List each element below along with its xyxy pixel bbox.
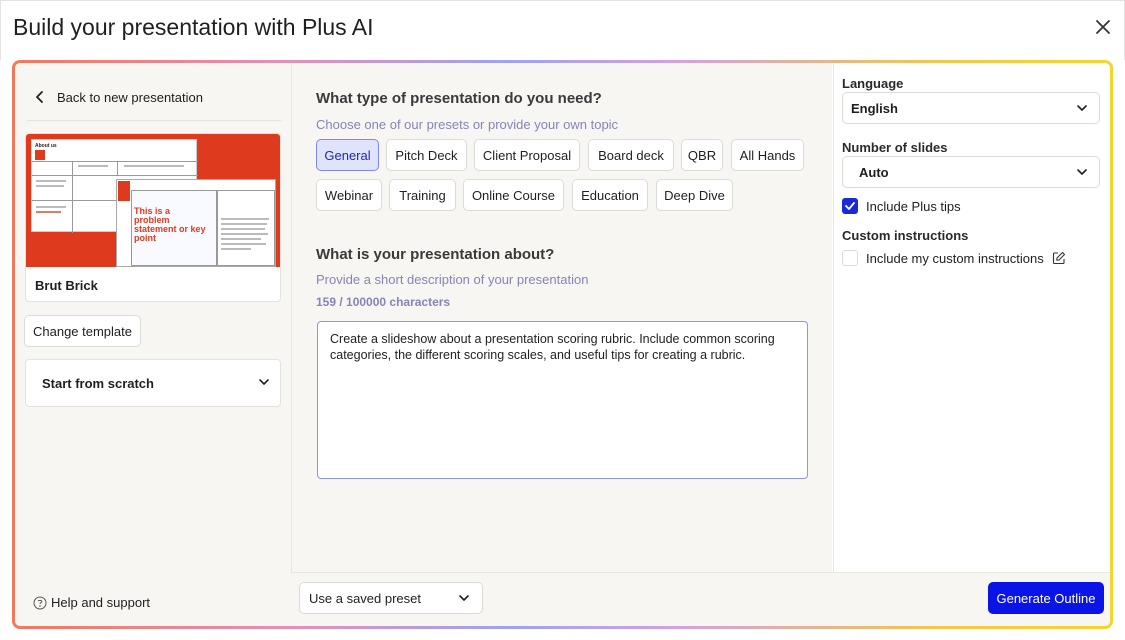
thumbnail-headline-4: point — [134, 233, 156, 243]
settings-panel: Language English Number of slides Auto I… — [833, 63, 1110, 572]
preset-chip-all-hands[interactable]: All Hands — [731, 139, 804, 171]
include-plus-tips-checkbox[interactable]: Include Plus tips — [842, 198, 961, 214]
chevron-down-icon — [1077, 169, 1087, 175]
chip-label: Webinar — [324, 187, 374, 203]
character-count: 159 / 100000 characters — [316, 295, 451, 309]
preset-chip-general[interactable]: General — [316, 139, 379, 171]
preset-chip-qbr[interactable]: QBR — [681, 139, 723, 171]
gradient-frame: Back to new presentation About us This i… — [12, 60, 1113, 629]
dialog-header: Build your presentation with Plus AI — [0, 0, 1125, 60]
template-thumbnail: About us This is a problem statement or … — [26, 134, 280, 267]
chip-label: Training — [399, 187, 446, 203]
chip-label: Pitch Deck — [395, 147, 458, 163]
preset-chip-deep-dive[interactable]: Deep Dive — [656, 179, 733, 211]
preset-chip-online-course[interactable]: Online Course — [463, 179, 564, 211]
start-from-scratch-dropdown[interactable]: Start from scratch — [25, 359, 281, 407]
language-value: English — [851, 101, 898, 116]
chip-label: All Hands — [739, 147, 796, 163]
template-name: Brut Brick — [35, 278, 98, 293]
chip-label: Deep Dive — [664, 187, 725, 203]
main-panel: What type of presentation do you need? C… — [291, 63, 832, 626]
checkbox-checked-icon[interactable] — [842, 198, 858, 214]
close-button[interactable] — [1094, 18, 1112, 36]
back-to-new-presentation-link[interactable]: Back to new presentation — [27, 83, 203, 111]
template-card[interactable]: About us This is a problem statement or … — [25, 133, 281, 302]
thumbnail-about-text: About us — [35, 143, 57, 149]
include-custom-instructions-checkbox[interactable]: Include my custom instructions — [842, 250, 1066, 266]
preset-chip-client-proposal[interactable]: Client Proposal — [474, 139, 580, 171]
checkbox-unchecked-icon[interactable] — [842, 250, 858, 266]
chip-label: Board deck — [598, 147, 664, 163]
slides-count-select[interactable]: Auto — [842, 156, 1100, 188]
slides-count-value: Auto — [859, 165, 889, 180]
chip-label: Client Proposal — [482, 147, 572, 163]
saved-preset-dropdown[interactable]: Use a saved preset — [299, 582, 483, 614]
preset-chip-webinar[interactable]: Webinar — [316, 179, 382, 211]
help-label: Help and support — [51, 595, 151, 610]
change-template-button[interactable]: Change template — [24, 315, 141, 347]
description-textarea[interactable]: Create a slideshow about a presentation … — [317, 321, 808, 479]
chip-label: QBR — [687, 147, 717, 163]
close-icon[interactable] — [1094, 18, 1112, 36]
language-label: Language — [842, 76, 904, 91]
saved-preset-label: Use a saved preset — [309, 591, 422, 606]
preset-chip-education[interactable]: Education — [572, 179, 648, 211]
chevron-down-icon — [259, 379, 269, 385]
help-icon — [33, 596, 47, 609]
include-plus-tips-label: Include Plus tips — [866, 198, 961, 214]
preset-chip-board-deck[interactable]: Board deck — [588, 139, 674, 171]
chip-label: Education — [581, 187, 639, 203]
sidebar-divider — [27, 120, 281, 121]
presentation-type-heading: What type of presentation do you need? — [316, 90, 602, 107]
chevron-down-icon — [1077, 105, 1087, 111]
presentation-about-hint: Provide a short description of your pres… — [316, 272, 589, 287]
preset-chip-training[interactable]: Training — [389, 179, 456, 211]
preset-chip-pitch-deck[interactable]: Pitch Deck — [386, 139, 467, 171]
chip-label: General — [324, 147, 371, 163]
presentation-type-hint: Choose one of our presets or provide you… — [316, 117, 619, 132]
edit-icon[interactable] — [1052, 251, 1066, 265]
template-sidebar: Back to new presentation About us This i… — [15, 63, 291, 626]
include-custom-instructions-label: Include my custom instructions — [866, 250, 1044, 266]
slides-count-label: Number of slides — [842, 140, 948, 155]
language-select[interactable]: English — [842, 92, 1100, 124]
back-link-label: Back to new presentation — [57, 89, 203, 105]
chip-label: Online Course — [471, 187, 556, 203]
dialog-title: Build your presentation with Plus AI — [13, 14, 374, 40]
dialog-body: Back to new presentation About us This i… — [15, 63, 1110, 626]
presentation-about-heading: What is your presentation about? — [316, 246, 555, 263]
generate-outline-button[interactable]: Generate Outline — [988, 582, 1104, 614]
custom-instructions-label: Custom instructions — [842, 228, 969, 243]
chevron-down-icon — [459, 595, 469, 601]
chevron-left-icon — [36, 91, 43, 103]
help-and-support-link[interactable]: Help and support — [33, 595, 150, 610]
bottom-action-bar: Use a saved preset Generate Outline — [291, 572, 1110, 626]
start-from-scratch-label: Start from scratch — [42, 376, 154, 391]
